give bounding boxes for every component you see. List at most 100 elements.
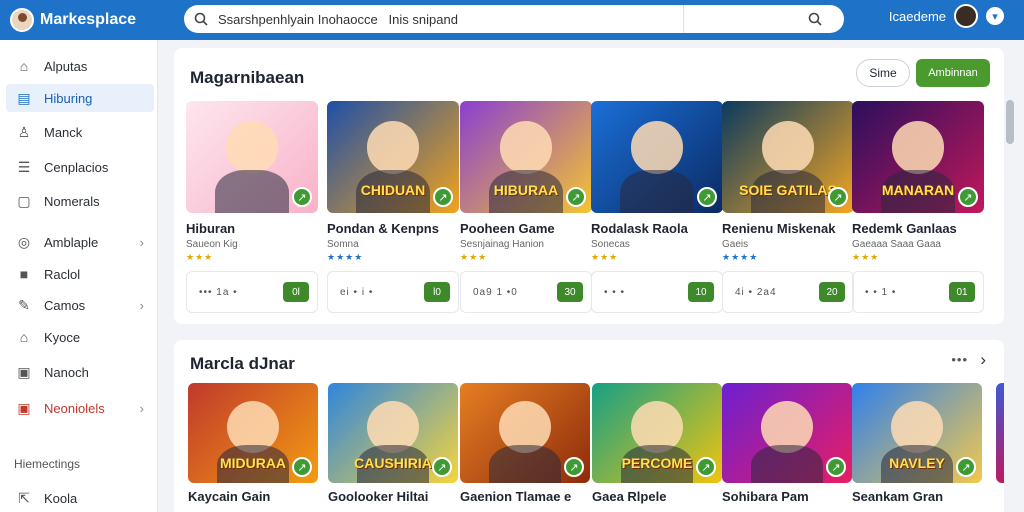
game-card[interactable]: ↗ Hiburan Saueon Kig ★★★ ••• 1a • 0l bbox=[186, 101, 318, 313]
card-title: Gaea Rlpele bbox=[592, 489, 667, 504]
card-footer: 0a9 1 •0 30 bbox=[460, 271, 592, 313]
sidebar-item[interactable]: ⇱ Koola bbox=[6, 484, 154, 512]
game-thumbnail[interactable]: HIBURAA ↗ bbox=[460, 101, 592, 213]
sidebar-section-heading: Hiemectings bbox=[14, 457, 81, 471]
search-bar[interactable] bbox=[184, 5, 844, 33]
open-badge-icon[interactable]: ↗ bbox=[292, 457, 312, 477]
second-section: Marcla dJnar ••• › MIDURAA ↗ Kaycain Gain C… bbox=[174, 340, 1004, 512]
card-title: Gaenion Tlamae e bbox=[460, 489, 572, 504]
open-badge-icon[interactable]: ↗ bbox=[696, 457, 716, 477]
game-thumbnail[interactable]: SOIE GATILAS ↗ bbox=[722, 101, 854, 213]
game-thumbnail[interactable]: ↗ bbox=[722, 383, 852, 483]
card-action-button[interactable]: 10 bbox=[688, 282, 714, 302]
game-thumbnail[interactable]: ↗ bbox=[460, 383, 590, 483]
card-action-button[interactable]: 01 bbox=[949, 282, 975, 302]
game-thumbnail[interactable]: PERCOME ↗ bbox=[592, 383, 722, 483]
sidebar-item[interactable]: ☰ Cenplacios bbox=[6, 153, 154, 181]
game-card[interactable]: CHIDUAN ↗ Pondan & Kenpns Somna ★★★★ ei • i •… bbox=[327, 101, 459, 313]
sidebar-item[interactable]: ⌂ Alputas bbox=[6, 52, 154, 80]
game-thumbnail[interactable]: ↗ bbox=[591, 101, 723, 213]
card-title: Pondan & Kenpns bbox=[327, 221, 439, 236]
sidebar-item-label: Camos bbox=[44, 297, 86, 313]
character-body bbox=[750, 445, 824, 483]
card-action-button[interactable]: 30 bbox=[557, 282, 583, 302]
sidebar-item-label: Hiburing bbox=[44, 90, 93, 106]
card-footer: 4i • 2a4 20 bbox=[722, 271, 854, 313]
card-subtitle: Somna bbox=[327, 239, 359, 250]
share-icon: ⇱ bbox=[18, 489, 30, 506]
open-badge-icon[interactable]: ↗ bbox=[826, 457, 846, 477]
search-icon[interactable] bbox=[194, 12, 208, 26]
next-arrow-icon[interactable]: › bbox=[980, 350, 986, 370]
game-card[interactable]: ↗ Sohibara Pam bbox=[722, 383, 852, 504]
brand[interactable]: Markesplace bbox=[10, 8, 182, 32]
person-icon: ♙ bbox=[17, 123, 31, 140]
card-action-button[interactable]: l0 bbox=[424, 282, 450, 302]
section-title: Magarnibaean bbox=[190, 68, 305, 87]
game-card[interactable]: ↗ Gaenion Tlamae e bbox=[460, 383, 590, 504]
search-submit-icon[interactable] bbox=[808, 12, 822, 26]
character-illustration bbox=[630, 121, 684, 174]
avatar[interactable] bbox=[954, 4, 978, 28]
sidebar-item[interactable]: ▤ Hiburing bbox=[6, 84, 154, 112]
card-title: Seankam Gran bbox=[852, 489, 944, 504]
game-thumbnail[interactable]: MANARAN ↗ bbox=[852, 101, 984, 213]
game-card[interactable]: SOIE GATILAS ↗ Renienu Miskenak Gaeis ★★★★ 4i… bbox=[722, 101, 854, 313]
game-card[interactable]: HIBURAA ↗ Pooheen Game Sesnjainag Hanion ★★★… bbox=[460, 101, 592, 313]
card-subtitle: Saueon Kig bbox=[186, 239, 238, 250]
card-subtitle: Sonecas bbox=[591, 239, 630, 250]
sidebar-item[interactable]: ◎ Amblaple › bbox=[6, 228, 154, 256]
game-card[interactable]: MANARAN ↗ Redemk Ganlaas Gaeaaa Saaa Gaaa ★★… bbox=[852, 101, 984, 313]
game-thumbnail[interactable]: CAUSHIRIA ↗ bbox=[328, 383, 458, 483]
card-subtitle: Gaeaaa Saaa Gaaa bbox=[852, 239, 941, 250]
open-badge-icon[interactable]: ↗ bbox=[564, 457, 584, 477]
sidebar-item[interactable]: ▣ Neoniolels › bbox=[6, 394, 154, 422]
sidebar-item[interactable]: ⌂ Kyoce bbox=[6, 323, 154, 351]
open-badge-icon[interactable]: ↗ bbox=[828, 187, 848, 207]
scrollbar[interactable] bbox=[1006, 100, 1014, 144]
filter-button[interactable]: Sime bbox=[856, 59, 910, 87]
sidebar-item[interactable]: ✎ Camos › bbox=[6, 291, 154, 319]
more-icon[interactable]: ••• bbox=[951, 352, 968, 367]
sidebar-item[interactable]: ■ Raclol bbox=[6, 260, 154, 288]
sidebar-item-label: Raclol bbox=[44, 266, 81, 282]
primary-action-button[interactable]: Ambinnan bbox=[916, 59, 990, 87]
game-thumbnail[interactable]: CHIDUAN ↗ bbox=[327, 101, 459, 213]
chevron-right-icon[interactable]: › bbox=[140, 401, 144, 416]
game-thumbnail[interactable]: ↗ bbox=[186, 101, 318, 213]
open-badge-icon[interactable]: ↗ bbox=[433, 187, 453, 207]
game-thumbnail[interactable]: NAVLEY ↗ bbox=[852, 383, 982, 483]
open-badge-icon[interactable]: ↗ bbox=[432, 457, 452, 477]
character-illustration bbox=[366, 121, 420, 174]
sidebar-item[interactable]: ▢ Nomerals bbox=[6, 187, 154, 215]
game-card[interactable]: CAUSHIRIA ↗ Goolooker Hiltai bbox=[328, 383, 458, 504]
user-menu-icon[interactable]: ▾ bbox=[986, 7, 1004, 25]
game-card[interactable]: PERCOME ↗ Gaea Rlpele bbox=[592, 383, 722, 504]
card-action-button[interactable]: 0l bbox=[283, 282, 309, 302]
sidebar-item[interactable]: ▣ Nanoch bbox=[6, 358, 154, 386]
game-card-partial[interactable] bbox=[996, 383, 1004, 483]
user-area[interactable]: Icaedeme ▾ bbox=[889, 4, 1004, 28]
game-thumbnail[interactable]: MIDURAA ↗ bbox=[188, 383, 318, 483]
card-title: Renienu Miskenak bbox=[722, 221, 836, 236]
rating-stars: ★★★ bbox=[852, 252, 880, 262]
open-badge-icon[interactable]: ↗ bbox=[697, 187, 717, 207]
open-badge-icon[interactable]: ↗ bbox=[956, 457, 976, 477]
sidebar-item-label: Nomerals bbox=[44, 193, 100, 209]
card-action-button[interactable]: 20 bbox=[819, 282, 845, 302]
chevron-right-icon[interactable]: › bbox=[140, 235, 144, 250]
sidebar-item-label: Cenplacios bbox=[44, 159, 109, 175]
sidebar-item[interactable]: ♙ Manck bbox=[6, 118, 154, 146]
open-badge-icon[interactable]: ↗ bbox=[292, 187, 312, 207]
chevron-right-icon[interactable]: › bbox=[140, 298, 144, 313]
open-badge-icon[interactable]: ↗ bbox=[958, 187, 978, 207]
search-input[interactable] bbox=[218, 11, 678, 27]
card-footer: ei • i • l0 bbox=[327, 271, 459, 313]
game-card[interactable]: ↗ Rodalask Raola Sonecas ★★★ • • • 10 bbox=[591, 101, 723, 313]
game-card[interactable]: MIDURAA ↗ Kaycain Gain bbox=[188, 383, 318, 504]
game-card[interactable]: NAVLEY ↗ Seankam Gran bbox=[852, 383, 982, 504]
sidebar: Hiemectings ⌂ Alputas ▤ Hiburing ♙ Manck ☰ Cenp… bbox=[0, 40, 158, 512]
character-illustration bbox=[499, 121, 553, 174]
open-badge-icon[interactable]: ↗ bbox=[566, 187, 586, 207]
edit-icon: ✎ bbox=[18, 296, 30, 313]
